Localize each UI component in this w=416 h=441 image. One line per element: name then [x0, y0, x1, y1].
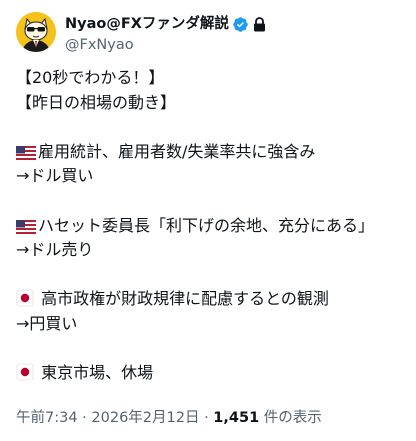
views-label: 件の表示 [259, 410, 322, 426]
verified-badge-icon[interactable] [232, 16, 249, 33]
cat-avatar-image [16, 12, 56, 52]
tweet-line-text: 東京市場、休場 [36, 363, 154, 383]
lock-icon [253, 16, 266, 32]
tweet-line-flagged: 雇用統計、雇用者数/失業率共に強含み [16, 140, 408, 165]
tweet-time[interactable]: 午前7:34 [16, 410, 78, 426]
tweet-line: →ドル売り [16, 240, 94, 260]
tweet-line-flagged: 東京市場、休場 [16, 361, 408, 386]
tweet-line: 【20秒でわかる！】 [16, 68, 165, 87]
tweet-line: →ドル買い [16, 166, 94, 186]
tweet-line-text: 高市政権が財政規律に配慮するとの観測 [36, 289, 329, 309]
tweet-line-text: ハセット委員長「利下げの余地、充分にある」 [38, 215, 375, 235]
japan-flag-icon [16, 363, 34, 389]
tweet-date[interactable]: 2026年2月12日 [91, 410, 199, 426]
views-count[interactable]: 1,451 [213, 410, 259, 426]
tweet-line-flagged: 高市政権が財政規律に配慮するとの観測 [16, 287, 408, 312]
tweet-meta: 午前7:34 · 2026年2月12日 · 1,451 件の表示 [16, 408, 322, 428]
tweet-line-text: 雇用統計、雇用者数/失業率共に強含み [38, 141, 316, 161]
tweet-line-flagged: ハセット委員長「利下げの余地、充分にある」 [16, 214, 408, 239]
tweet-line: →円買い [16, 313, 78, 333]
avatar[interactable] [16, 12, 56, 52]
meta-separator: · [199, 410, 214, 426]
meta-separator: · [77, 410, 92, 426]
display-name[interactable]: Nyao@FXファンダ解説 [65, 14, 229, 34]
author-handle[interactable]: @FxNyao [65, 36, 134, 54]
tweet-header: Nyao@FXファンダ解説 @FxNyao [16, 12, 400, 56]
tweet-text: 【20秒でわかる！】 【昨日の相場の動き】 雇用統計、雇用者数/失業率共に強含み… [16, 66, 408, 386]
author-name-row: Nyao@FXファンダ解説 [65, 14, 266, 34]
tweet-line: 【昨日の相場の動き】 [16, 92, 177, 112]
